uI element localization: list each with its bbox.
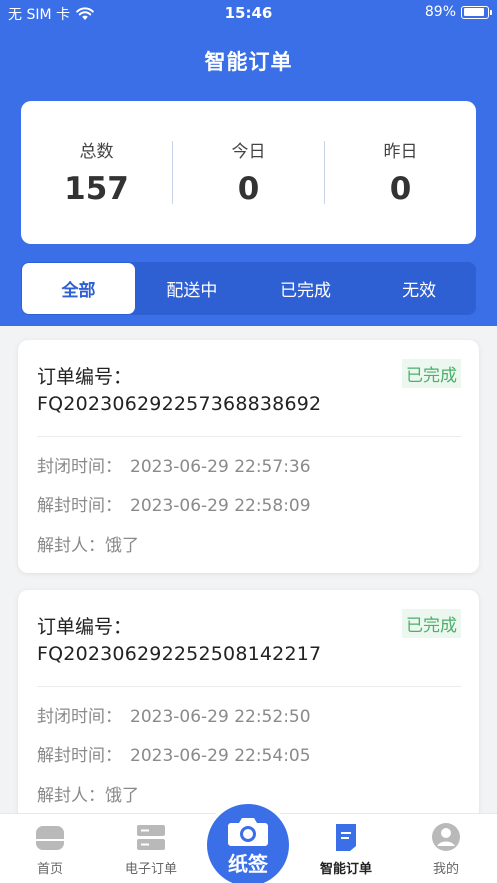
divider	[37, 686, 461, 687]
nav-e-order[interactable]: 电子订单	[111, 814, 191, 877]
unsealer-value: 饿了	[105, 536, 139, 556]
tab-completed[interactable]: 已完成	[249, 262, 363, 315]
tab-all[interactable]: 全部	[22, 263, 135, 314]
order-number-label: 订单编号：	[37, 616, 133, 638]
page-title: 智能订单	[204, 50, 293, 74]
stat-label: 昨日	[383, 142, 418, 162]
stat-value: 0	[237, 171, 260, 207]
open-time-row: 解封时间： 2023-06-29 22:58:09	[37, 491, 311, 516]
paper-tag-button[interactable]: 纸签	[207, 804, 289, 883]
open-time-row: 解封时间： 2023-06-29 22:54:05	[37, 741, 311, 766]
battery-icon	[461, 5, 492, 19]
stat-today: 今日 0	[173, 101, 324, 244]
stats-card: 总数 157 今日 0 昨日 0	[21, 101, 476, 244]
close-time-row: 封闭时间： 2023-06-29 22:52:50	[37, 702, 311, 727]
order-card[interactable]: 订单编号： FQ202306292252508142217 已完成 封闭时间： 2…	[18, 590, 479, 830]
unsealer-row: 解封人：饿了	[37, 531, 139, 556]
close-time-row: 封闭时间： 2023-06-29 22:57:36	[37, 452, 311, 477]
order-number: FQ202306292252508142217	[37, 643, 322, 665]
close-time-label: 封闭时间：	[37, 707, 122, 727]
tab-invalid[interactable]: 无效	[362, 262, 476, 315]
order-number-label: 订单编号：	[37, 366, 133, 388]
open-time-value: 2023-06-29 22:54:05	[130, 746, 311, 766]
close-time-value: 2023-06-29 22:52:50	[130, 707, 311, 727]
unsealer-value: 饿了	[105, 786, 139, 806]
status-badge: 已完成	[402, 359, 461, 388]
home-icon	[35, 822, 65, 852]
status-badge: 已完成	[402, 609, 461, 638]
stat-value: 0	[389, 171, 412, 207]
stat-value: 157	[64, 171, 129, 207]
status-bar: 无 SIM 卡 15:46 89%	[0, 0, 497, 26]
unsealer-row: 解封人：饿了	[37, 781, 139, 806]
nav-home[interactable]: 首页	[10, 814, 90, 877]
paper-tag-label: 纸签	[228, 852, 268, 876]
tab-delivering[interactable]: 配送中	[135, 262, 249, 315]
close-time-label: 封闭时间：	[37, 457, 122, 477]
nav-smart-order[interactable]: 智能订单	[306, 814, 386, 877]
nav-label: 电子订单	[124, 862, 177, 877]
battery-level	[463, 8, 484, 16]
user-icon	[431, 822, 461, 852]
order-number: FQ202306292257368838692	[37, 393, 322, 415]
status-right: 89%	[424, 4, 492, 20]
nav-label: 我的	[432, 862, 459, 877]
stat-total: 总数 157	[21, 101, 172, 244]
open-time-label: 解封时间：	[37, 746, 122, 766]
nav-mine[interactable]: 我的	[406, 814, 486, 877]
close-time-value: 2023-06-29 22:57:36	[130, 457, 311, 477]
server-icon	[136, 822, 166, 852]
unsealer-label: 解封人：	[37, 536, 105, 556]
order-card[interactable]: 订单编号： FQ202306292257368838692 已完成 封闭时间： 2…	[18, 340, 479, 573]
unsealer-label: 解封人：	[37, 786, 105, 806]
nav-label: 智能订单	[319, 862, 372, 877]
stat-yesterday: 昨日 0	[325, 101, 476, 244]
stat-label: 今日	[231, 142, 266, 162]
nav-label: 首页	[36, 862, 63, 877]
document-icon	[331, 822, 361, 852]
open-time-label: 解封时间：	[37, 496, 122, 516]
camera-icon	[227, 817, 269, 847]
stat-label: 总数	[79, 142, 114, 162]
battery-percent: 89%	[424, 4, 456, 20]
open-time-value: 2023-06-29 22:58:09	[130, 496, 311, 516]
order-tabs: 全部 配送中 已完成 无效	[21, 262, 476, 315]
divider	[37, 436, 461, 437]
status-time: 15:46	[224, 4, 273, 22]
